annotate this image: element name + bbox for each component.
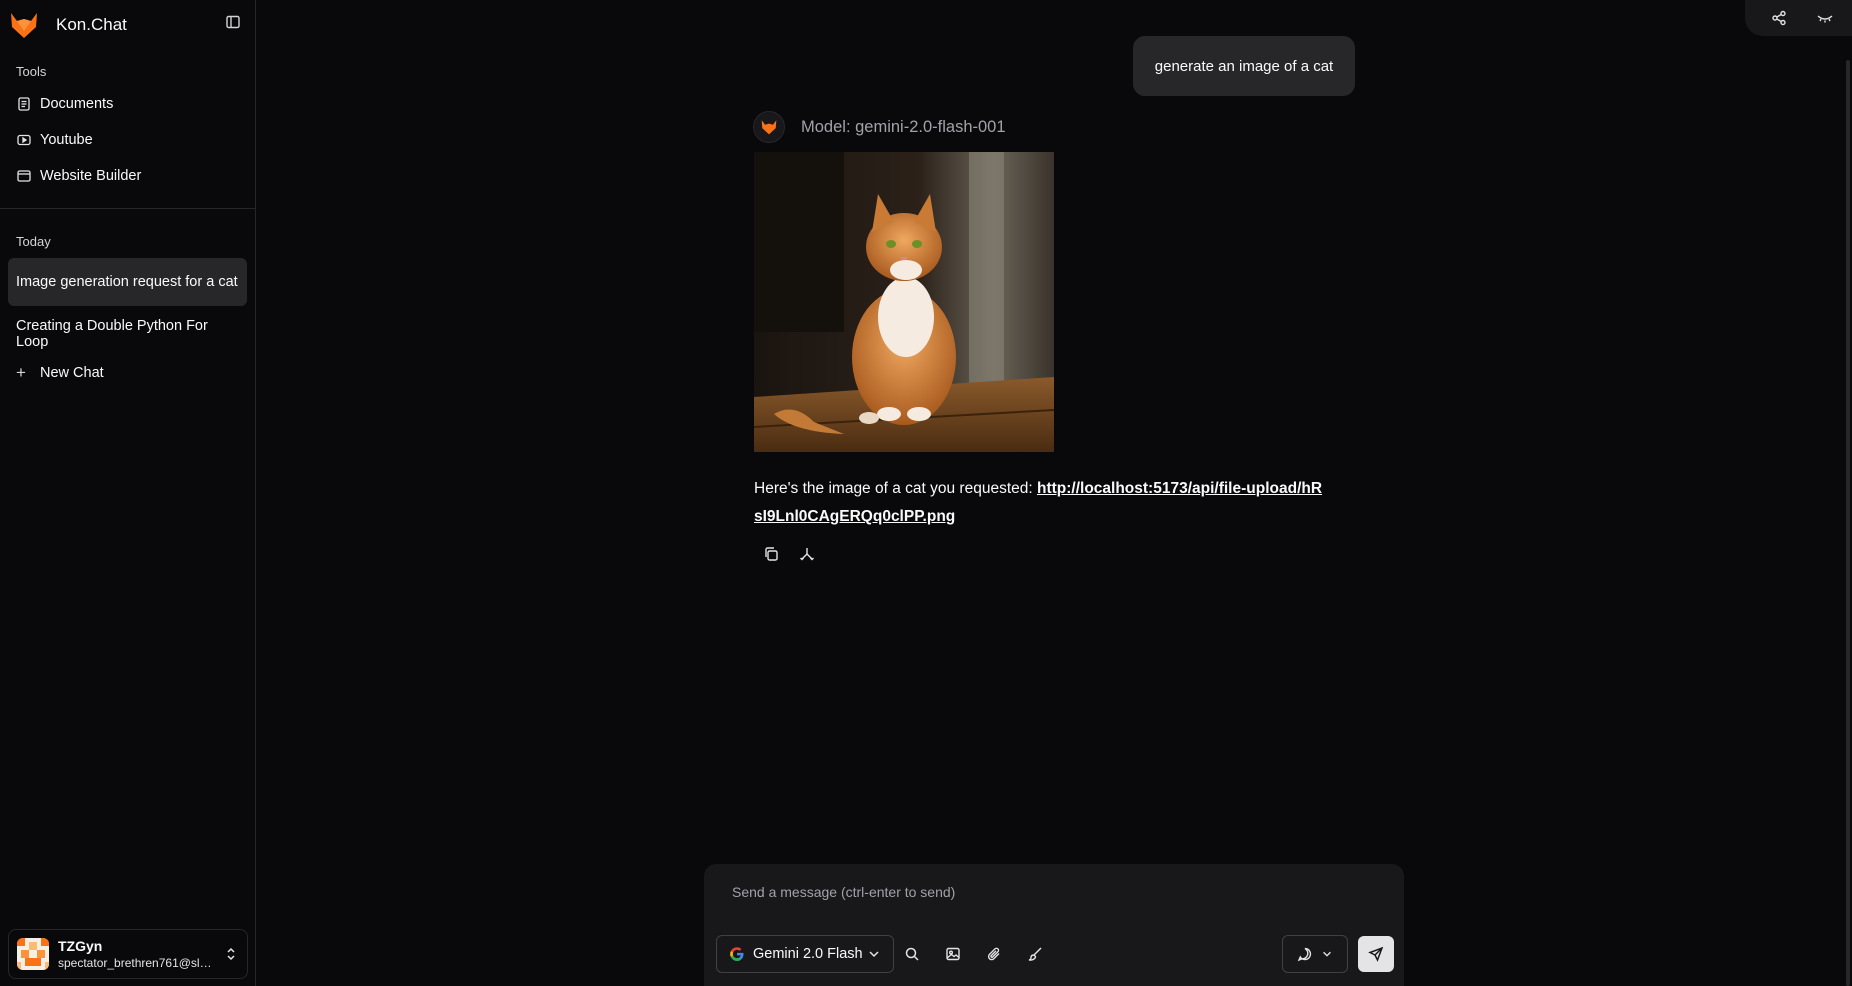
chat-history-label: Image generation request for a cat (16, 274, 238, 290)
send-button[interactable] (1358, 936, 1394, 972)
app-title: Kon.Chat (56, 15, 127, 34)
user-name: TZGyn (58, 937, 103, 954)
user-message-text: generate an image of a cat (1154, 57, 1334, 75)
header-actions (1745, 0, 1852, 36)
assistant-response: Here's the image of a cat you requested:… (754, 475, 1324, 531)
send-icon (1368, 946, 1384, 962)
new-chat-button[interactable]: + New Chat (16, 361, 104, 385)
model-select[interactable]: Gemini 2.0 Flash (716, 935, 894, 973)
fox-logo-icon (761, 120, 777, 135)
today-section-label: Today (16, 234, 51, 249)
tools-section-label: Tools (16, 64, 47, 79)
google-icon (730, 947, 744, 961)
user-message-bubble: generate an image of a cat (1133, 36, 1355, 96)
sidebar-divider (0, 208, 256, 209)
sidebar-item-label: Youtube (40, 132, 93, 148)
eye-closed-icon[interactable] (1815, 8, 1835, 28)
chat-history-item[interactable]: Image generation request for a cat (8, 258, 247, 306)
chat-mode-select[interactable] (1282, 935, 1348, 973)
sidebar-item-website-builder[interactable]: Website Builder (16, 162, 141, 190)
user-menu[interactable]: TZGyn spectator_brethren761@slm... (8, 929, 248, 979)
browser-window-icon (16, 168, 32, 184)
toggle-sidebar-icon[interactable] (222, 12, 244, 32)
message-input[interactable]: Send a message (ctrl-enter to send) (732, 884, 955, 900)
chevron-down-icon (867, 947, 881, 961)
image-icon[interactable] (943, 944, 963, 964)
sidebar-item-label: Documents (40, 96, 114, 112)
assistant-avatar (753, 111, 785, 143)
assistant-header: Model: gemini-2.0-flash-001 (753, 111, 1006, 143)
copy-icon[interactable] (762, 545, 780, 563)
generated-image[interactable] (754, 152, 1054, 452)
message-actions (762, 545, 816, 563)
document-icon (16, 96, 32, 112)
avatar (17, 938, 49, 970)
brush-icon[interactable] (1025, 944, 1045, 964)
paperclip-icon[interactable] (984, 944, 1004, 964)
model-select-label: Gemini 2.0 Flash (753, 946, 863, 962)
response-text: Here's the image of a cat you requested: (754, 480, 1037, 497)
chevron-down-icon (1323, 951, 1331, 957)
user-email: spectator_brethren761@slm... (58, 955, 218, 970)
sidebar-item-label: Website Builder (40, 168, 142, 184)
sidebar-item-documents[interactable]: Documents (16, 90, 113, 118)
chevron-up-down-icon (224, 946, 238, 962)
scrollbar[interactable] (1846, 60, 1850, 986)
share-icon[interactable] (1769, 8, 1789, 28)
chat-history-item[interactable]: Creating a Double Python For Loop (8, 310, 247, 358)
fox-logo-icon (11, 13, 37, 38)
message-circle-icon (1297, 947, 1312, 962)
message-composer: Send a message (ctrl-enter to send) Gemi… (704, 864, 1404, 986)
search-icon[interactable] (902, 944, 922, 964)
youtube-icon (16, 132, 32, 148)
sidebar-item-youtube[interactable]: Youtube (16, 126, 93, 154)
new-chat-label: New Chat (40, 365, 104, 381)
model-label: Model: gemini-2.0-flash-001 (801, 117, 1006, 136)
sidebar: Kon.Chat Tools Documents Youtube Website… (0, 0, 256, 986)
branch-icon[interactable] (798, 545, 816, 563)
plus-icon: + (16, 363, 26, 382)
brand[interactable]: Kon.Chat (8, 6, 127, 44)
chat-history-label: Creating a Double Python For Loop (16, 318, 208, 350)
